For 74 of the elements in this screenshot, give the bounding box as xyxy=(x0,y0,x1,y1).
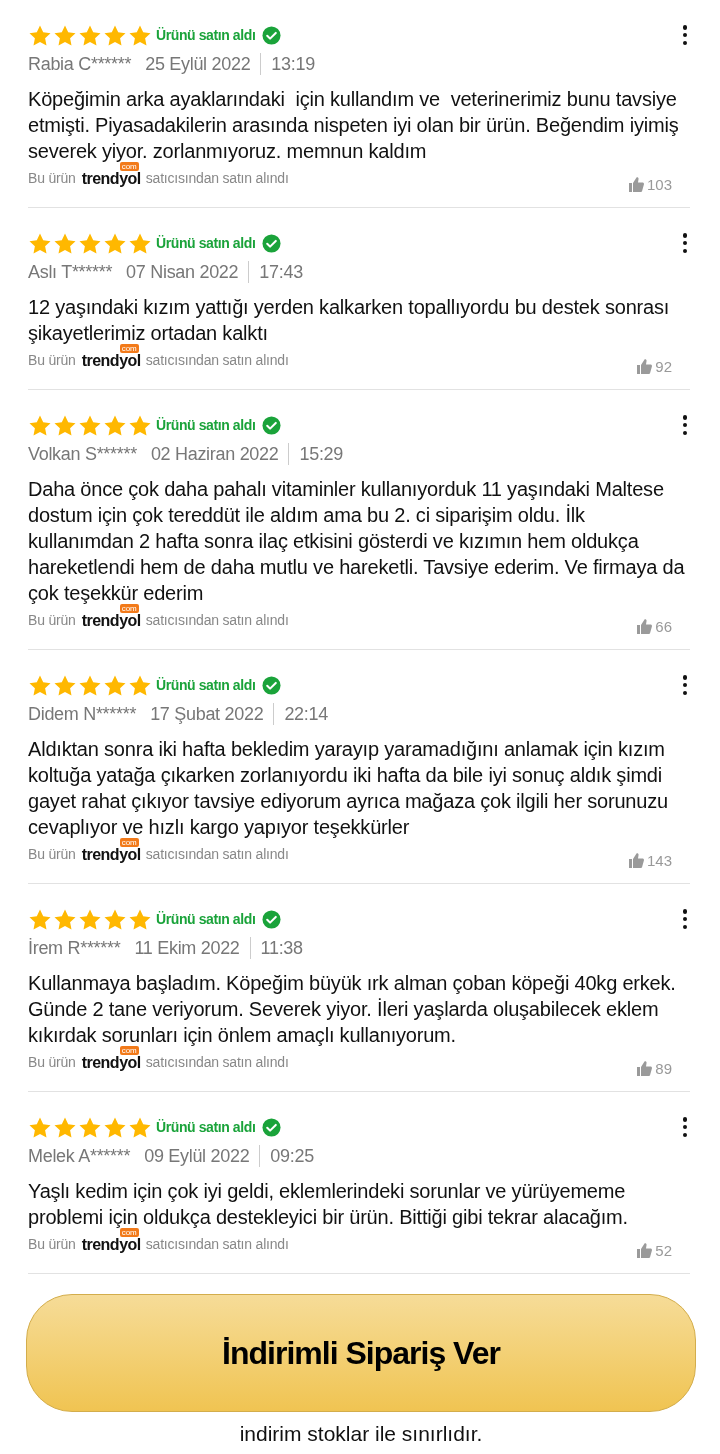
more-menu-icon[interactable] xyxy=(680,909,690,929)
more-menu-icon[interactable] xyxy=(680,675,690,695)
logo-badge: com xyxy=(119,837,139,847)
thumbs-up-icon xyxy=(628,853,644,868)
reviewer-name: Volkan S****** xyxy=(28,443,137,465)
more-menu-icon[interactable] xyxy=(680,1117,690,1137)
like-count: 52 xyxy=(655,1242,672,1259)
more-menu-icon[interactable] xyxy=(680,233,690,253)
thumbs-up-icon xyxy=(637,1061,653,1076)
review-time: 22:14 xyxy=(284,703,328,725)
review-time: 09:25 xyxy=(270,1145,314,1167)
seller-text: satıcısından satın alındı xyxy=(145,351,289,368)
review-text: Kullanmaya başladım. Köpeğim büyük ırk alman çoban köpeği 40kg erkek. Günde 2 tane veriyorum. Severek yiyor. İleri yaşlarda oluşabilecek eklem kıkırdak sorunları için önlem amaçlı kullanıyorum. xyxy=(28,971,677,1048)
purchase-label: Ürünü satın aldı xyxy=(156,1119,256,1135)
seller-text: satıcısından satın alındı xyxy=(145,169,289,186)
seller-logo: trendyol xyxy=(81,170,141,186)
like-count: 103 xyxy=(646,176,672,193)
review-date: 09 Eylül 2022 xyxy=(144,1145,261,1167)
review-text: Daha önce çok daha pahalı vitaminler kullanıyorduk 11 yaşındaki Maltese dostum için çok tereddüt ile aldım ama bu 2. ci siparişim oldu. İlk kullanımdan 2 hafta sonra ilaç etkisini gösterdi ve kızımın hem oldukça hareketlendi hem de daha mutlu ve hareketli. Tavsiye ederim. Ve firmaya da çok teşekkür ederim xyxy=(28,477,686,606)
seller-text: satıcısından satın alındı xyxy=(145,1235,289,1252)
like-count: 66 xyxy=(655,618,672,635)
seller-logo: trendyol xyxy=(81,352,141,368)
review-date: 17 Şubat 2022 xyxy=(150,703,275,725)
seller-text: Bu ürün xyxy=(28,1053,76,1070)
review-date: 11 Ekim 2022 xyxy=(134,937,251,959)
review-date: 25 Eylül 2022 xyxy=(145,53,262,75)
seller-logo: trendyol xyxy=(81,846,141,862)
review-time: 11:38 xyxy=(260,937,303,959)
review-time: 15:29 xyxy=(299,443,344,465)
stock-note: indirim stoklar ile sınırlıdır. xyxy=(239,1422,483,1446)
review-date: 02 Haziran 2022 xyxy=(150,443,290,465)
order-button[interactable]: İndirimli Sipariş Ver xyxy=(26,1294,696,1412)
thumbs-up-icon xyxy=(637,359,653,374)
like-count: 143 xyxy=(646,852,672,869)
reviewer-name: Melek A****** xyxy=(28,1145,131,1167)
review-text: Aldıktan sonra iki hafta bekledim yarayıp yaramadığını anlamak için kızım koltuğa yatağa çıkarken zorlanıyordu iki hafta da bile iyi sonuç aldık şimdi gayet rahat çıkıyor tavsiye ediyorum ayrıca mağaza çok ilgili her sorunuzu cevaplıyor ve hızlı kargo yapıyor teşekkürler xyxy=(28,737,669,840)
seller-text: Bu ürün xyxy=(28,611,76,628)
seller-text: Bu ürün xyxy=(28,845,76,862)
logo-badge: com xyxy=(119,603,139,613)
seller-text: satıcısından satın alındı xyxy=(145,1053,289,1070)
review-text: Yaşlı kedim için çok iyi geldi, eklemlerindeki sorunlar ve yürüyememe problemi için oldukça destekleyici bir ürün. Bittiği gibi tekrar alacağım. xyxy=(28,1179,629,1230)
thumbs-up-icon xyxy=(637,619,653,634)
more-menu-icon[interactable] xyxy=(680,25,690,45)
like-count: 89 xyxy=(655,1060,672,1077)
review-time: 13:19 xyxy=(271,53,315,75)
logo-badge: com xyxy=(119,1045,139,1055)
review-time: 17:43 xyxy=(259,261,303,283)
reviewer-name: Rabia C****** xyxy=(28,53,132,75)
review-text: 12 yaşındaki kızım yattığı yerden kalkarken topallıyordu bu destek sonrası şikayetlerimiz ortadan kalktı xyxy=(28,295,671,346)
logo-badge: com xyxy=(119,161,139,171)
logo-badge: com xyxy=(119,1227,139,1237)
seller-text: Bu ürün xyxy=(28,351,76,368)
purchase-label: Ürünü satın aldı xyxy=(156,677,256,693)
purchase-label: Ürünü satın aldı xyxy=(156,235,256,251)
thumbs-up-icon xyxy=(628,177,644,192)
seller-text: satıcısından satın alındı xyxy=(145,845,289,862)
purchase-label: Ürünü satın aldı xyxy=(156,911,256,927)
like-count: 92 xyxy=(655,358,672,375)
reviewer-name: Aslı T****** xyxy=(28,261,113,283)
more-menu-icon[interactable] xyxy=(680,415,690,435)
seller-logo: trendyol xyxy=(81,1054,141,1070)
logo-badge: com xyxy=(119,343,139,353)
seller-text: satıcısından satın alındı xyxy=(145,611,289,628)
seller-logo: trendyol xyxy=(81,1236,141,1252)
seller-logo: trendyol xyxy=(81,612,141,628)
seller-text: Bu ürün xyxy=(28,169,76,186)
review-date: 07 Nisan 2022 xyxy=(126,261,250,283)
seller-text: Bu ürün xyxy=(28,1235,76,1252)
purchase-label: Ürünü satın aldı xyxy=(156,417,256,433)
reviewer-name: Didem N****** xyxy=(28,703,137,725)
review-text: Köpeğimin arka ayaklarındaki için kullandım ve veterinerimiz bunu tavsiye etmişti. Piyasadakilerin arasında nispeten iyi olan bir ürün. Beğendim iyimiş severek yiyor. zorlanmıyoruz. memnun kaldım xyxy=(28,87,680,164)
reviewer-name: İrem R****** xyxy=(28,937,121,959)
purchase-label: Ürünü satın aldı xyxy=(156,27,256,43)
thumbs-up-icon xyxy=(637,1243,653,1258)
